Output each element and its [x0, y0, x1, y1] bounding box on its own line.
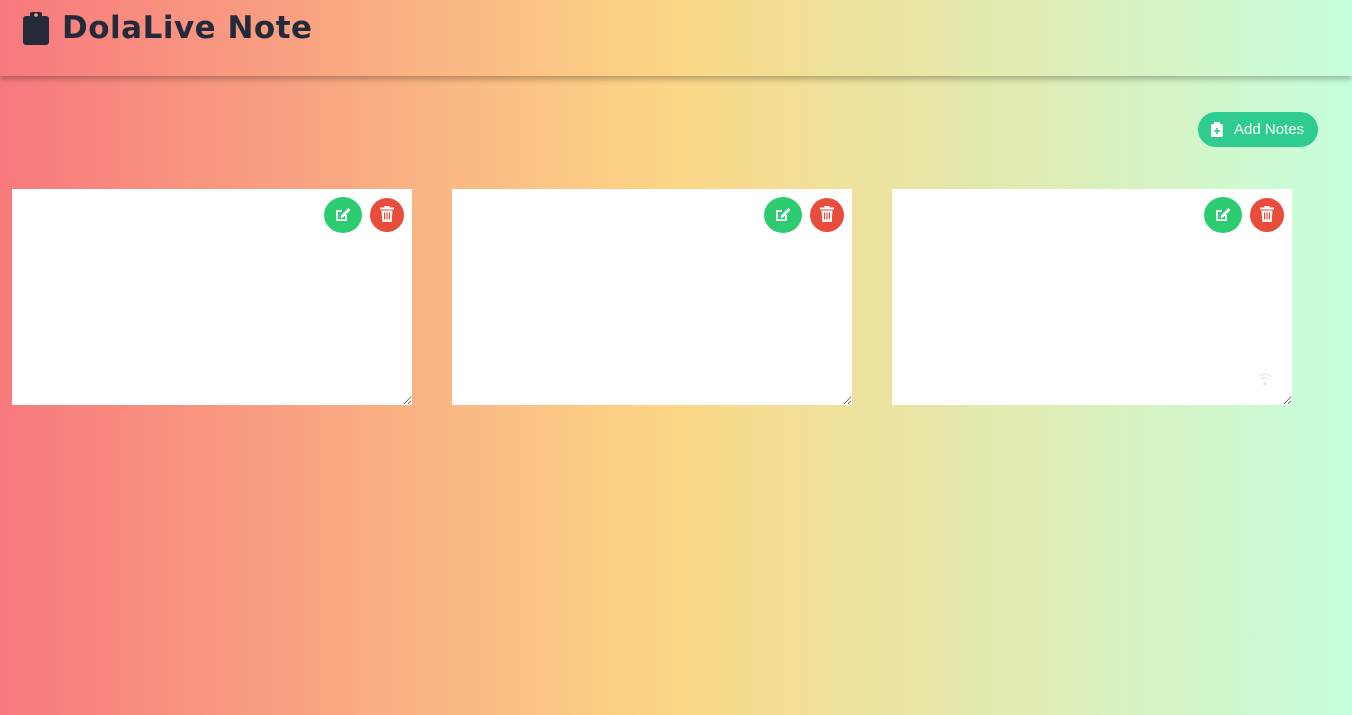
- trash-icon: [380, 205, 394, 225]
- delete-note-button[interactable]: [810, 198, 844, 232]
- edit-icon: [1214, 206, 1232, 225]
- delete-note-button[interactable]: [370, 198, 404, 232]
- trash-icon: [820, 205, 834, 225]
- edit-icon: [774, 206, 792, 225]
- page-title: DolaLive Note: [62, 10, 313, 46]
- edit-note-button[interactable]: [324, 197, 362, 233]
- app-header: DolaLive Note: [0, 0, 1352, 76]
- note-card: [452, 189, 852, 405]
- delete-note-button[interactable]: [1250, 198, 1284, 232]
- note-card: [12, 189, 412, 405]
- clipboard-icon: [23, 11, 49, 45]
- edit-note-button[interactable]: [1204, 197, 1242, 233]
- add-notes-button[interactable]: Add Notes: [1198, 112, 1318, 147]
- trash-icon: [1260, 205, 1274, 225]
- edit-icon: [334, 206, 352, 225]
- clipboard-plus-icon: [1211, 122, 1223, 137]
- add-notes-label: Add Notes: [1234, 121, 1305, 138]
- note-card: [892, 189, 1292, 405]
- edit-note-button[interactable]: [764, 197, 802, 233]
- wifi-off-icon: [1257, 371, 1273, 387]
